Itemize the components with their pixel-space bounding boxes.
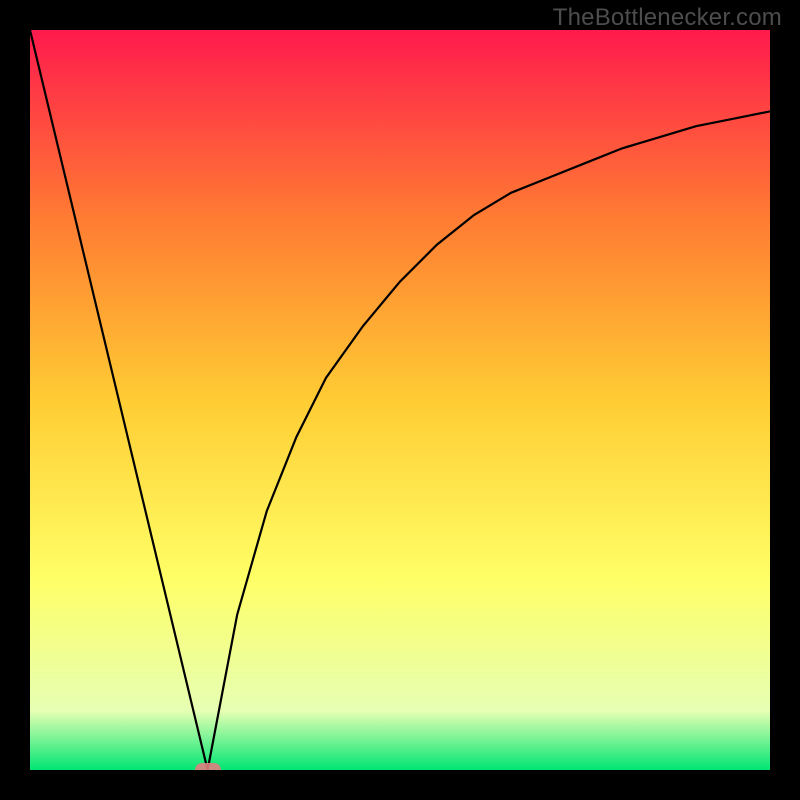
plot-area [30,30,770,770]
gradient-background [30,30,770,770]
minimum-marker [195,763,221,770]
chart-svg [30,30,770,770]
watermark-text: TheBottlenecker.com [553,4,782,32]
chart-container: TheBottlenecker.com [0,0,800,800]
